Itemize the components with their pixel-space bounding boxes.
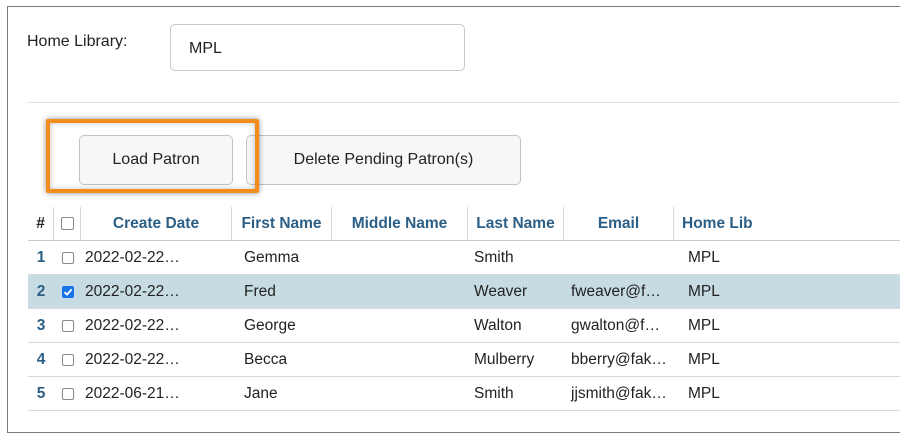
cell-home-lib: MPL — [688, 384, 720, 402]
cell-create-date: 2022-02-22… — [85, 350, 180, 368]
table-row[interactable]: 3 2022-02-22… George Walton gwalton@f… MPL — [28, 309, 900, 343]
select-all-checkbox[interactable] — [60, 217, 74, 230]
cell-middle-name — [332, 241, 468, 274]
header-email[interactable]: Email — [564, 207, 674, 240]
check-icon — [63, 288, 72, 296]
cell-create-date: 2022-06-21… — [85, 384, 180, 402]
delete-pending-patron-button[interactable]: Delete Pending Patron(s) — [246, 135, 521, 185]
row-select[interactable] — [54, 377, 81, 410]
cell-home-lib: MPL — [688, 316, 720, 334]
cell-email: gwalton@f… — [571, 316, 660, 334]
home-library-input[interactable]: MPL — [170, 24, 465, 71]
pending-patrons-grid: # Create Date First Name Middle Name Las… — [28, 207, 900, 411]
row-checkbox[interactable] — [61, 319, 74, 332]
table-row[interactable]: 4 2022-02-22… Becca Mulberry bberry@fak… MPL — [28, 343, 900, 377]
divider — [27, 102, 900, 103]
header-last-name[interactable]: Last Name — [468, 207, 564, 240]
row-number: 5 — [36, 384, 46, 402]
header-first-name[interactable]: First Name — [232, 207, 332, 240]
header-num: # — [28, 207, 54, 240]
row-checkbox[interactable] — [61, 353, 74, 366]
header-select-all[interactable] — [54, 207, 81, 240]
row-number: 2 — [36, 282, 46, 300]
cell-first-name: Gemma — [244, 248, 300, 266]
cell-home-lib: MPL — [688, 248, 720, 266]
header-home-lib[interactable]: Home Lib — [674, 207, 900, 240]
row-checkbox[interactable] — [61, 387, 74, 400]
load-patron-button[interactable]: Load Patron — [79, 135, 233, 185]
cell-email: fweaver@f… — [571, 282, 661, 300]
cell-create-date: 2022-02-22… — [85, 316, 180, 334]
cell-middle-name — [332, 377, 468, 410]
home-library-label: Home Library: — [27, 33, 128, 50]
cell-middle-name — [332, 275, 468, 308]
row-number: 1 — [36, 248, 46, 266]
row-select[interactable] — [54, 343, 81, 376]
table-row[interactable]: 2 2022-02-22… Fred Weaver fweaver@f… MPL — [28, 275, 900, 309]
cell-home-lib: MPL — [688, 350, 720, 368]
row-select[interactable] — [54, 241, 81, 274]
cell-first-name: Fred — [244, 282, 276, 300]
table-row[interactable]: 1 2022-02-22… Gemma Smith MPL — [28, 241, 900, 275]
header-create-date[interactable]: Create Date — [81, 207, 232, 240]
cell-middle-name — [332, 309, 468, 342]
cell-first-name: Jane — [244, 384, 278, 402]
cell-create-date: 2022-02-22… — [85, 282, 180, 300]
cell-email: bberry@fak… — [571, 350, 667, 368]
header-middle-name[interactable]: Middle Name — [332, 207, 468, 240]
cell-email: jjsmith@fak… — [571, 384, 667, 402]
row-select[interactable] — [54, 275, 81, 308]
cell-last-name: Weaver — [474, 282, 528, 300]
table-row[interactable]: 5 2022-06-21… Jane Smith jjsmith@fak… MPL — [28, 377, 900, 411]
row-checkbox[interactable] — [61, 251, 74, 264]
cell-first-name: Becca — [244, 350, 288, 368]
cell-last-name: Walton — [474, 316, 522, 334]
row-number: 4 — [36, 350, 46, 368]
row-select[interactable] — [54, 309, 81, 342]
grid-header-row: # Create Date First Name Middle Name Las… — [28, 207, 900, 241]
cell-last-name: Smith — [474, 384, 514, 402]
cell-last-name: Mulberry — [474, 350, 535, 368]
cell-create-date: 2022-02-22… — [85, 248, 180, 266]
cell-middle-name — [332, 343, 468, 376]
row-number: 3 — [36, 316, 46, 334]
row-checkbox[interactable] — [61, 285, 74, 298]
cell-home-lib: MPL — [688, 282, 720, 300]
cell-last-name: Smith — [474, 248, 514, 266]
cell-email — [564, 241, 674, 274]
cell-first-name: George — [244, 316, 296, 334]
